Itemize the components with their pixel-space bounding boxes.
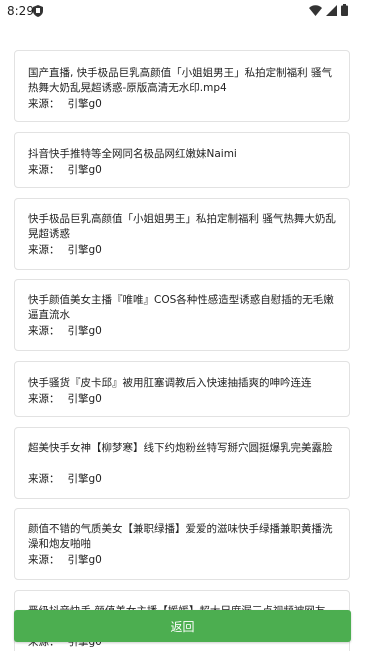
- source-value: 引擎g0: [67, 244, 102, 256]
- wifi-icon: [309, 4, 322, 16]
- shield-icon: [33, 5, 43, 17]
- source-value: 引擎g0: [67, 164, 102, 176]
- item-source: 来源： 引擎g0: [28, 324, 102, 339]
- results-list[interactable]: 国产直播, 快手极品巨乳高颜值「小姐姐男王」私拍定制福利 骚气热舞大奶乱晃超诱惑…: [0, 24, 368, 651]
- item-source: 来源： 引擎g0: [28, 553, 102, 568]
- source-value: 引擎g0: [67, 98, 102, 110]
- source-label: 来源：: [28, 325, 60, 337]
- list-item[interactable]: 快手颜值美女主播『唯唯』COS各种性感造型诱惑自慰插的无毛嫩逼直流水 来源： 引…: [14, 279, 350, 351]
- item-title: 快手颜值美女主播『唯唯』COS各种性感造型诱惑自慰插的无毛嫩逼直流水: [28, 294, 334, 321]
- item-title: 快手骚货『皮卡邱』被用肛塞调教后入快速抽插爽的呻吟连连: [28, 377, 312, 389]
- item-source: 来源： 引擎g0: [28, 472, 102, 487]
- battery-icon: [341, 4, 348, 16]
- source-label: 来源：: [28, 554, 60, 566]
- back-button[interactable]: 返回: [14, 610, 351, 642]
- list-item[interactable]: 快手极品巨乳高颜值「小姐姐男王」私拍定制福利 骚气热舞大奶乱晃超诱惑 来源： 引…: [14, 198, 350, 270]
- source-label: 来源：: [28, 393, 60, 405]
- item-title: 快手极品巨乳高颜值「小姐姐男王」私拍定制福利 骚气热舞大奶乱晃超诱惑: [28, 213, 336, 240]
- list-item[interactable]: 国产直播, 快手极品巨乳高颜值「小姐姐男王」私拍定制福利 骚气热舞大奶乱晃超诱惑…: [14, 50, 350, 122]
- list-item[interactable]: 超美快手女神【柳梦寒】线下约炮粉丝特写掰穴圆挺爆乳完美露脸 来源： 引擎g0: [14, 427, 350, 499]
- source-value: 引擎g0: [67, 393, 102, 405]
- list-item[interactable]: 抖音快手推特等全网同名极品网红嫩妹Naimi 来源： 引擎g0: [14, 132, 350, 188]
- list-item[interactable]: 颜值不错的气质美女【兼职绿播】爱爱的滋味快手绿播兼职黄播洗澡和炮友啪啪 来源： …: [14, 508, 350, 580]
- item-source: 来源： 引擎g0: [28, 97, 102, 112]
- item-source: 来源： 引擎g0: [28, 392, 102, 407]
- item-source: 来源： 引擎g0: [28, 163, 102, 178]
- source-value: 引擎g0: [67, 473, 102, 485]
- item-title: 超美快手女神【柳梦寒】线下约炮粉丝特写掰穴圆挺爆乳完美露脸: [28, 442, 333, 454]
- item-title: 国产直播, 快手极品巨乳高颜值「小姐姐男王」私拍定制福利 骚气热舞大奶乱晃超诱惑…: [28, 67, 333, 94]
- source-label: 来源：: [28, 98, 60, 110]
- status-time: 8:29: [7, 4, 34, 18]
- status-bar: 8:29: [0, 0, 368, 24]
- item-source: 来源： 引擎g0: [28, 243, 102, 258]
- signal-icon: [326, 4, 337, 16]
- list-item[interactable]: 快手骚货『皮卡邱』被用肛塞调教后入快速抽插爽的呻吟连连 来源： 引擎g0: [14, 361, 350, 417]
- item-title: 颜值不错的气质美女【兼职绿播】爱爱的滋味快手绿播兼职黄播洗澡和炮友啪啪: [28, 523, 333, 550]
- item-title: 抖音快手推特等全网同名极品网红嫩妹Naimi: [28, 148, 237, 160]
- source-label: 来源：: [28, 244, 60, 256]
- source-value: 引擎g0: [67, 554, 102, 566]
- source-value: 引擎g0: [67, 325, 102, 337]
- source-label: 来源：: [28, 473, 60, 485]
- source-label: 来源：: [28, 164, 60, 176]
